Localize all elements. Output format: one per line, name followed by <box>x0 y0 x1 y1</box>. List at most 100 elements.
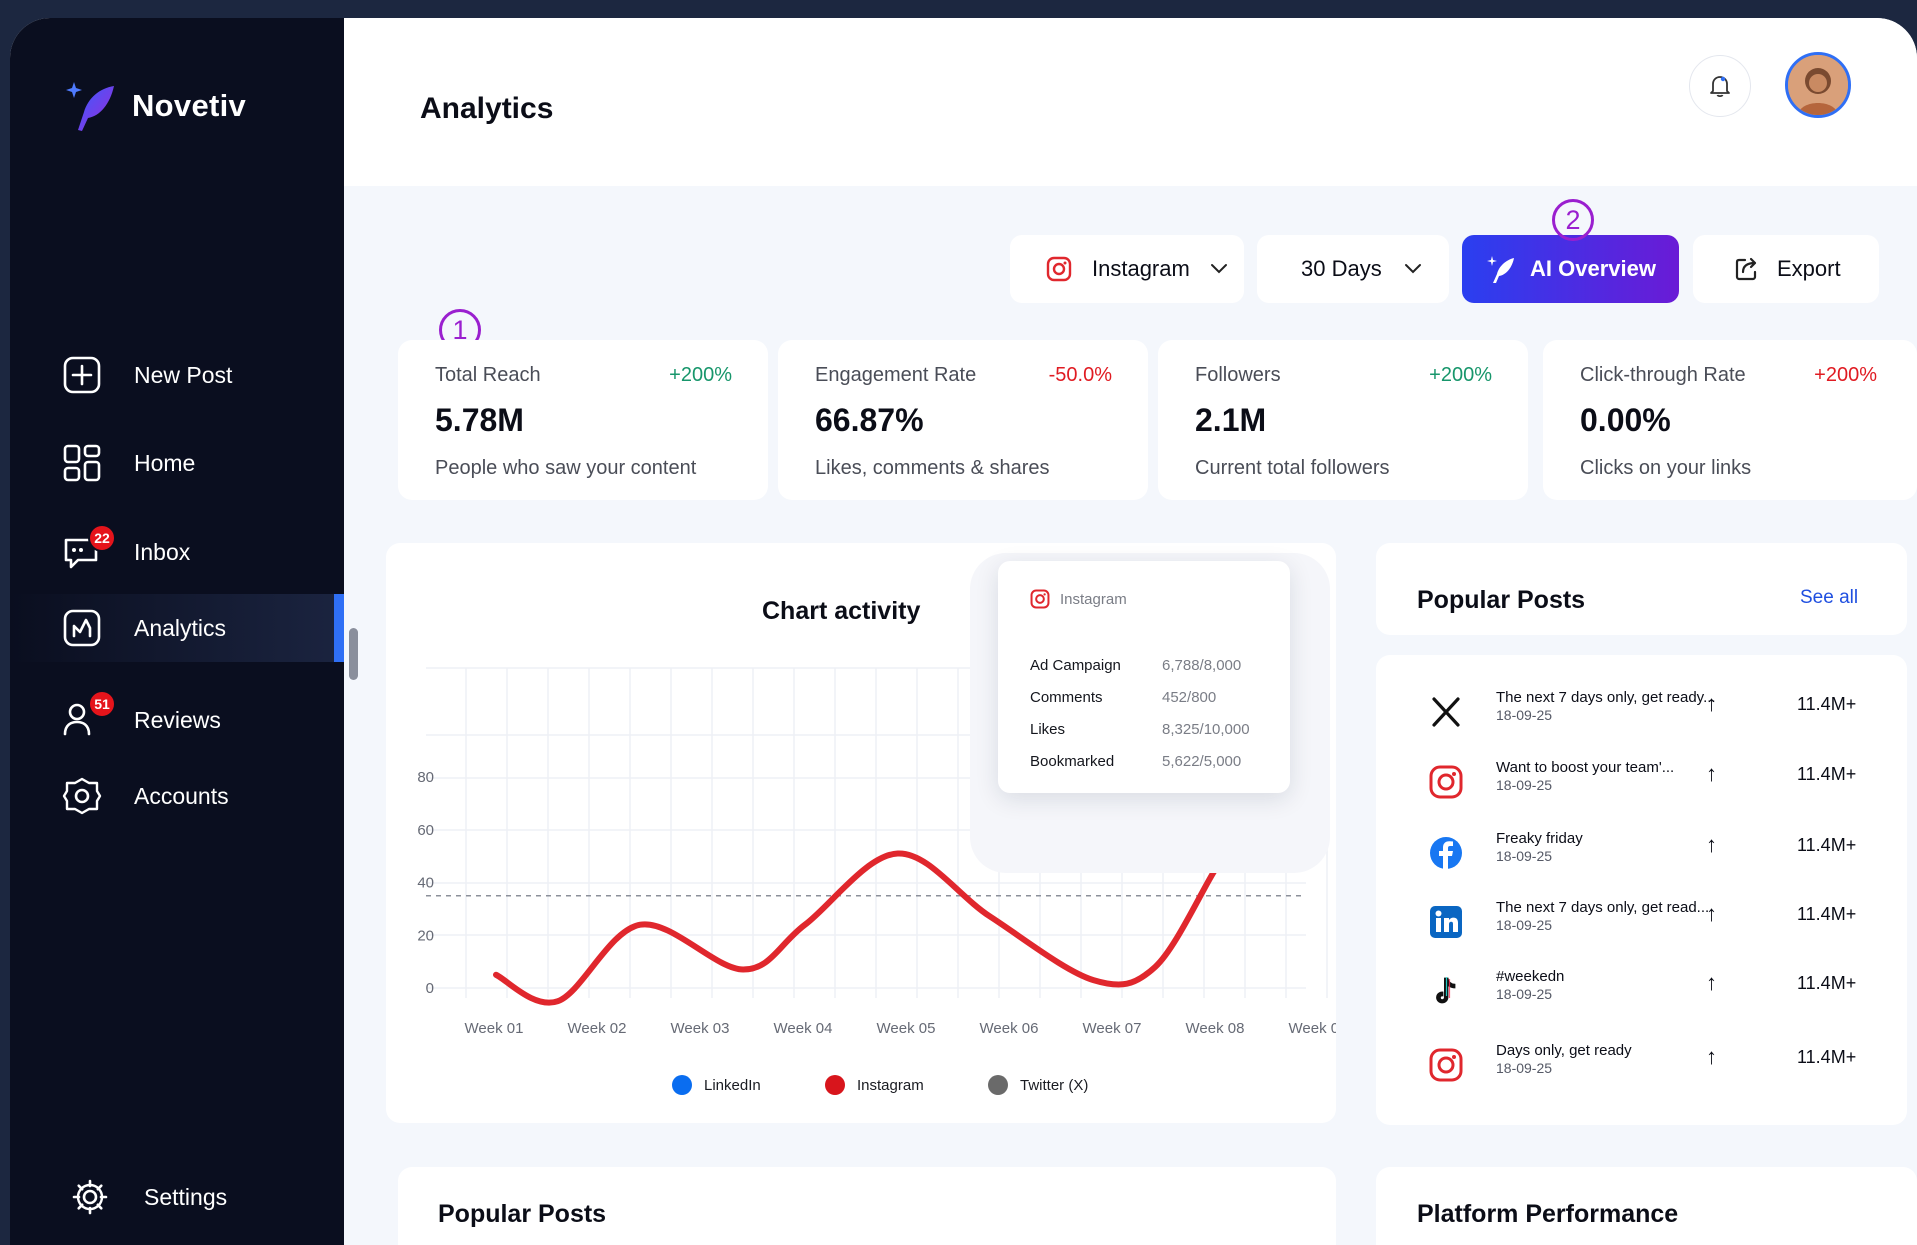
legend-label: Twitter (X) <box>1020 1076 1089 1094</box>
export-icon <box>1735 257 1757 281</box>
sidebar-item-label: Home <box>134 449 196 476</box>
stat-value: 5.78M <box>435 402 524 438</box>
chevron-down-icon <box>1404 264 1421 274</box>
post-reach: 11.4M+ <box>1797 835 1857 855</box>
stat-value: 0.00% <box>1580 402 1671 438</box>
post-date: 18-09-25 <box>1496 848 1553 864</box>
list-item[interactable]: Freaky friday 18-09-25 ↑ 11.4M+ <box>1376 823 1907 883</box>
sidebar-item-analytics[interactable]: Analytics <box>10 594 344 662</box>
platform-select[interactable]: Instagram <box>1010 235 1244 303</box>
annotation-marker-2: 2 <box>1552 199 1594 241</box>
stat-change: +200% <box>1814 364 1877 386</box>
notification-button[interactable] <box>1689 55 1751 117</box>
instagram-icon <box>1030 589 1050 609</box>
stat-card-click-through-rate: Click-through Rate +200% 0.00% Clicks on… <box>1543 340 1917 500</box>
stat-title: Total Reach <box>435 364 541 386</box>
export-button[interactable]: Export <box>1693 235 1879 303</box>
instagram-icon <box>1429 1048 1463 1082</box>
stat-title: Engagement Rate <box>815 364 977 386</box>
legend-item-twitter[interactable]: Twitter (X) <box>988 1075 1088 1095</box>
x-tick-label: Week 08 <box>1186 1020 1245 1037</box>
stat-description: Current total followers <box>1195 457 1390 479</box>
sidebar-item-accounts[interactable]: Accounts <box>10 762 344 830</box>
settings-button[interactable]: Settings <box>10 1163 344 1231</box>
arrow-up-icon: ↑ <box>1706 691 1717 716</box>
facebook-icon <box>1430 837 1462 869</box>
x-tick-label: Week 07 <box>1083 1020 1142 1037</box>
sidebar-item-label: Reviews <box>134 706 221 733</box>
tooltip-value: 452/800 <box>1162 689 1217 706</box>
post-date: 18-09-25 <box>1496 707 1553 723</box>
post-date: 18-09-25 <box>1496 1060 1553 1076</box>
x-tick-label: Week 03 <box>671 1020 730 1037</box>
post-text: The next 7 days only, get ready... <box>1496 689 1716 706</box>
tiktok-icon <box>1436 977 1456 1004</box>
list-item[interactable]: The next 7 days only, get ready... 18-09… <box>1376 682 1907 742</box>
tooltip-row: Bookmarked 5,622/5,000 <box>1030 753 1270 770</box>
gear-icon <box>62 777 102 815</box>
x-tick-label: Week 02 <box>568 1020 627 1037</box>
avatar-photo-icon <box>1788 55 1848 115</box>
sidebar-item-label: New Post <box>134 361 233 388</box>
post-text: Want to boost your team'... <box>1496 759 1675 776</box>
post-date: 18-09-25 <box>1496 986 1553 1002</box>
post-reach: 11.4M+ <box>1797 1047 1857 1067</box>
list-item[interactable]: #weekedn 18-09-25 ↑ 11.4M+ <box>1376 961 1907 1021</box>
chart-tooltip: Instagram Ad Campaign 6,788/8,000 Comment… <box>998 561 1290 793</box>
date-range-select[interactable]: 30 Days <box>1257 235 1449 303</box>
tooltip-label: Ad Campaign <box>1030 657 1121 674</box>
tooltip-platform: Instagram <box>1060 590 1127 608</box>
post-text: Days only, get ready <box>1496 1042 1632 1059</box>
plus-square-icon <box>63 356 101 394</box>
stat-value: 2.1M <box>1195 402 1267 438</box>
sparkle-feather-icon <box>1487 256 1514 283</box>
legend-item-instagram[interactable]: Instagram <box>825 1075 924 1095</box>
stat-card-followers: Followers +200% 2.1M Current total follo… <box>1158 340 1528 500</box>
sidebar-item-new-post[interactable]: New Post <box>10 341 344 409</box>
inbox-count-badge: 22 <box>88 524 116 552</box>
arrow-up-icon: ↑ <box>1706 970 1717 995</box>
tooltip-row: Likes 8,325/10,000 <box>1030 721 1270 738</box>
grid-icon <box>63 444 101 482</box>
sidebar-scrollbar[interactable] <box>349 628 358 680</box>
post-text: #weekedn <box>1496 968 1565 985</box>
brand[interactable]: Novetiv <box>66 78 246 134</box>
sidebar-item-label: Accounts <box>134 782 229 809</box>
post-reach: 11.4M+ <box>1797 973 1857 993</box>
y-tick-label: 20 <box>417 927 434 944</box>
post-text: The next 7 days only, get read... <box>1496 899 1710 916</box>
see-all-link[interactable]: See all <box>1800 587 1858 609</box>
x-tick-label: Week 01 <box>465 1020 524 1037</box>
x-tick-label: Week 05 <box>877 1020 936 1037</box>
legend-swatch <box>825 1075 845 1095</box>
stat-description: People who saw your content <box>435 457 697 479</box>
stat-description: Likes, comments & shares <box>815 457 1050 479</box>
arrow-up-icon: ↑ <box>1706 832 1717 857</box>
analytics-icon <box>63 609 101 647</box>
user-avatar[interactable] <box>1785 52 1851 118</box>
y-tick-label: 0 <box>426 980 434 997</box>
list-item[interactable]: Days only, get ready 18-09-25 ↑ 11.4M+ <box>1376 1035 1907 1095</box>
page-title: Analytics <box>420 92 554 125</box>
sidebar: Novetiv New Post Home 22 Inbox Analytics… <box>10 18 344 1245</box>
y-tick-label: 40 <box>417 875 434 892</box>
stat-change: -50.0% <box>1048 364 1112 386</box>
ai-overview-button[interactable]: AI Overview <box>1462 235 1679 303</box>
sidebar-item-home[interactable]: Home <box>10 429 344 497</box>
x-tick-label: Week 04 <box>774 1020 833 1037</box>
reviews-count-badge: 51 <box>88 690 116 718</box>
bottom-popular-posts-title: Popular Posts <box>438 1200 607 1228</box>
feather-logo-icon <box>66 82 114 131</box>
list-item[interactable]: The next 7 days only, get read... 18-09-… <box>1376 892 1907 952</box>
list-item[interactable]: Want to boost your team'... 18-09-25 ↑ 1… <box>1376 752 1907 812</box>
post-date: 18-09-25 <box>1496 777 1553 793</box>
legend-swatch <box>672 1075 692 1095</box>
top-header <box>344 18 1917 186</box>
sidebar-item-reviews[interactable]: 51 Reviews <box>10 686 344 754</box>
legend-item-linkedin[interactable]: LinkedIn <box>672 1075 761 1095</box>
y-tick-label: 80 <box>417 769 434 786</box>
stat-title: Click-through Rate <box>1580 364 1746 386</box>
tooltip-label: Likes <box>1030 721 1066 738</box>
arrow-up-icon: ↑ <box>1706 1044 1717 1069</box>
sidebar-item-inbox[interactable]: 22 Inbox <box>10 518 344 586</box>
